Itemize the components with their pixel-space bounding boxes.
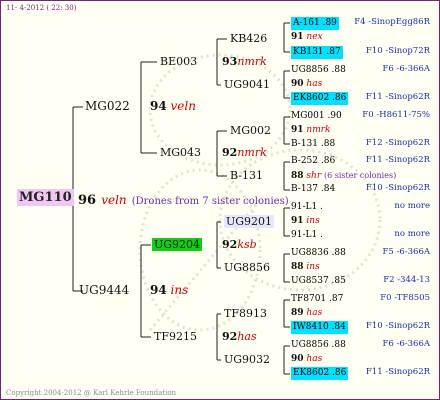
gen4-code-22: has [306,354,323,364]
gen4-right-15: F5 -6-366A [382,247,430,257]
gen4-info-7: 91 nmrk [291,124,331,137]
gen1-id-0: MG022 [85,99,130,113]
gen4-num-16: 88 [291,262,304,272]
gen4-info-13: 91 ins [291,215,320,228]
gen2-info-3: 92has [222,330,257,343]
gen2-id-0: BE003 [160,55,198,68]
gen2-info-1: 92nmrk [222,146,267,159]
gen4-info-1: 91 nex [291,31,323,44]
gen4-left-8: B-131 .88 [291,139,336,149]
gen2-num-1: 92 [222,146,238,159]
gen2-num-2: 92 [222,238,238,251]
gen4-num-22: 90 [291,354,304,364]
gen4-code-4: has [306,79,323,89]
gen4-left-5: EK8602 .86 [291,92,349,105]
gen4-right-20: F10 -Sinop62R [365,321,430,331]
gen1-code-0: veln [170,99,196,113]
gen1-num-0: 94 [150,99,167,113]
gen4-num-7: 91 [291,125,304,135]
gen4-left-21: UG8856 .88 [291,340,346,350]
gen3-id-5: UG8856 [224,261,271,274]
gen3-id-4: UG9201 [224,215,275,228]
gen3-id-3: B-131 [230,169,263,182]
gen4-code-10: shr [306,171,322,181]
gen4-code-1: nex [306,32,323,42]
gen4-right-23: F11 -Sinop62R [365,367,430,377]
gen3-id-1: UG9041 [224,78,271,91]
gen3-id-7: UG9032 [224,353,271,366]
gen4-right-17: F2 -344-13 [383,275,430,285]
root-queen-id: MG110 [17,189,74,206]
gen3-id-6: TF8913 [224,307,267,320]
gen1-info-1: 94 ins [150,284,188,297]
gen4-info-22: 90 has [291,353,322,366]
gen4-left-23: EK8602 .86 [291,367,349,380]
root-num: 96 [78,193,97,208]
gen4-right-3: F6 -6-366A [382,64,430,74]
gen4-note-10: (6 sister colonies) [324,171,397,180]
gen2-code-3: has [237,330,257,343]
gen4-info-16: 88 ins [291,261,320,274]
gen4-left-17: UG8537 .85 [291,276,346,286]
gen4-left-3: UG8856 .88 [291,65,346,75]
gen4-left-6: MG001 .90 [291,111,342,121]
gen2-num-3: 92 [222,330,238,343]
gen4-left-0: A-161 .89 [291,17,339,30]
gen4-code-19: has [306,308,323,318]
copyright-footer: Copyright 2004-2012 @ Karl Kehrle Founda… [6,389,177,397]
root-note: (Drones from 7 sister colonies) [131,196,289,207]
gen2-code-2: ksb [237,238,257,251]
gen1-code-1: ins [170,283,189,297]
gen4-right-12: no more [394,201,430,211]
gen4-right-5: F11 -Sinop62R [365,92,430,102]
gen4-num-10: 88 [291,171,304,181]
gen4-code-7: nmrk [306,125,331,135]
gen4-left-12: 91-L1 . [291,202,323,212]
gen4-right-9: F11 -Sinop62R [365,155,430,165]
root-code: veln [101,193,127,207]
gen4-info-4: 90 has [291,78,322,91]
gen3-id-0: KB426 [230,32,268,45]
gen2-id-2: UG9204 [152,238,203,251]
gen2-info-2: 92ksb [222,238,257,251]
gen2-id-3: TF9215 [154,330,197,343]
gen4-left-15: UG8836 .88 [291,248,346,258]
gen4-num-1: 91 [291,32,304,42]
gen4-left-18: TF8701 .87 [291,294,344,304]
gen4-num-13: 91 [291,216,304,226]
gen4-num-4: 90 [291,79,304,89]
gen2-info-0: 93nmrk [222,55,267,68]
gen1-id-1: UG9444 [79,283,130,297]
gen4-info-19: 89 has [291,307,322,320]
gen4-info-10: 88 shr (6 sister colonies) [291,169,396,183]
gen4-right-2: F10 -Sinop72R [365,46,430,56]
header-timestamp: 11- 4-2012 ( 22: 30) [6,4,77,12]
gen4-left-14: 91-L1 . [291,230,323,240]
gen4-code-13: ins [306,216,320,226]
gen2-num-0: 93 [222,55,238,68]
gen4-code-16: ins [306,262,320,272]
gen4-left-11: B-137 .84 [291,184,336,194]
gen4-right-11: F10 -Sinop62R [365,183,430,193]
gen4-left-20: IW8410 .84 [291,321,348,334]
root-queen-info: 96 veln (Drones from 7 sister colonies) [78,192,289,208]
gen4-right-0: F4 -SinopEgg86R [354,17,430,27]
gen4-right-14: no more [394,229,430,239]
gen4-left-9: B-252 .86 [291,156,336,166]
gen4-left-2: KB131 .87 [291,46,343,59]
gen3-id-2: MG002 [230,124,272,137]
gen2-code-1: nmrk [237,146,267,159]
gen4-right-8: F12 -Sinop62R [365,138,430,148]
gen4-right-6: F0 -H8611-75% [362,110,430,120]
gen4-right-18: F0 -TF8505 [380,293,430,303]
gen1-info-0: 94 veln [150,100,196,113]
gen2-id-1: MG043 [160,146,202,159]
gen1-num-1: 94 [150,283,167,297]
gen4-right-21: F6 -6-366A [382,339,430,349]
gen2-code-0: nmrk [237,55,267,68]
gen4-num-19: 89 [291,308,304,318]
